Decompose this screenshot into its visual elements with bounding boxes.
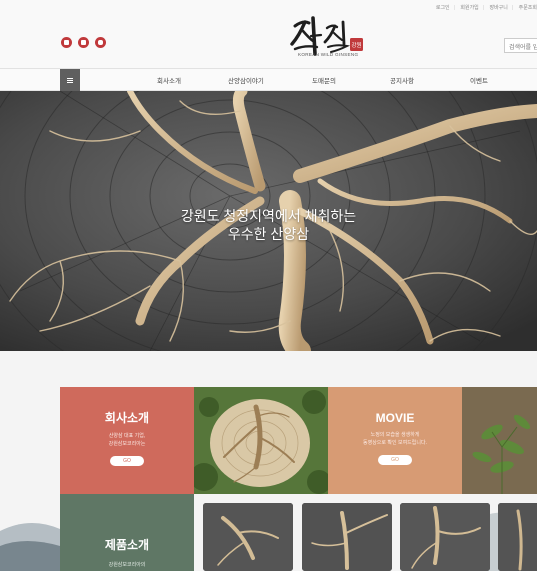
company-go-button[interactable]: GO	[110, 456, 144, 466]
company-desc-line-1: 산양삼 대표 기업,	[108, 433, 146, 439]
product-tile-desc: 강원삼보코리아의	[108, 562, 146, 568]
product-thumbnail-2[interactable]	[302, 503, 392, 571]
hero-line-1: 강원도 청정지역에서 채취하는	[180, 208, 357, 224]
company-tile-title: 회사소개	[104, 411, 150, 425]
company-tile[interactable]: 회사소개 산양삼 대표 기업, 강원삼보코리아는 GO	[60, 387, 194, 494]
product-thumbnail-1[interactable]	[203, 503, 293, 571]
util-link-order[interactable]: 주문조회	[519, 5, 537, 11]
movie-tile-title: MOVIE	[375, 411, 415, 425]
util-links: 로그인 | 회원가입 | 장바구니 | 주문조회	[435, 5, 537, 11]
product-tile-title: 제품소개	[104, 538, 150, 552]
nav-item-story[interactable]: 산양삼이야기	[228, 75, 264, 85]
company-tile-desc: 산양삼 대표 기업, 강원삼보코리아는	[60, 432, 194, 448]
movie-desc-line-1: 노정의 모습을 생생하게	[370, 432, 420, 438]
hamburger-icon	[67, 77, 73, 83]
hero-banner: 강원도 청정지역에서 채취하는 우수한 산양삼	[0, 91, 537, 351]
logo-subtitle: KOREAN WILD GINSENG	[298, 52, 359, 57]
product-tile[interactable]: 제품소개 강원삼보코리아의	[60, 494, 194, 571]
movie-tile-desc: 노정의 모습을 생생하게 동영상으로 확인 보여드립니다.	[328, 431, 462, 447]
svg-text:강원: 강원	[351, 41, 361, 49]
facebook-icon[interactable]	[61, 37, 72, 48]
nav-item-wholesale[interactable]: 도매문의	[312, 75, 336, 85]
plant-photo	[462, 387, 537, 494]
movie-desc-line-2: 동영상으로 확인 보여드립니다.	[363, 440, 427, 446]
social-links	[61, 37, 106, 48]
page: 로그인 | 회원가입 | 장바구니 | 주문조회 강원 KOREAN WILD …	[0, 0, 537, 571]
blog-icon[interactable]	[78, 37, 89, 48]
company-desc-line-2: 강원삼보코리아는	[108, 441, 146, 447]
nav-item-notice[interactable]: 공지사항	[390, 75, 414, 85]
search-input[interactable]: 검색어를 입력하세요	[504, 38, 537, 53]
product-thumbnail-3[interactable]	[400, 503, 490, 571]
nav-item-company[interactable]: 회사소개	[157, 75, 181, 85]
menu-button[interactable]	[60, 69, 80, 91]
util-link-cart[interactable]: 장바구니	[489, 5, 507, 11]
nav-item-event[interactable]: 이벤트	[470, 75, 488, 85]
main-nav: 회사소개 산양삼이야기 도매문의 공지사항 이벤트	[0, 69, 537, 91]
util-link-login[interactable]: 로그인	[436, 5, 450, 11]
header: 로그인 | 회원가입 | 장바구니 | 주문조회 강원 KOREAN WILD …	[0, 0, 537, 69]
hero-headline: 강원도 청정지역에서 채취하는 우수한 산양삼	[0, 207, 537, 243]
movie-tile[interactable]: MOVIE 노정의 모습을 생생하게 동영상으로 확인 보여드립니다. GO	[328, 387, 462, 494]
util-link-join[interactable]: 회원가입	[460, 5, 478, 11]
instagram-icon[interactable]	[95, 37, 106, 48]
movie-go-button[interactable]: GO	[378, 455, 412, 465]
hero-line-2: 우수한 산양삼	[227, 226, 310, 242]
ginseng-photo	[194, 387, 328, 494]
product-thumbnail-4[interactable]	[498, 503, 537, 571]
